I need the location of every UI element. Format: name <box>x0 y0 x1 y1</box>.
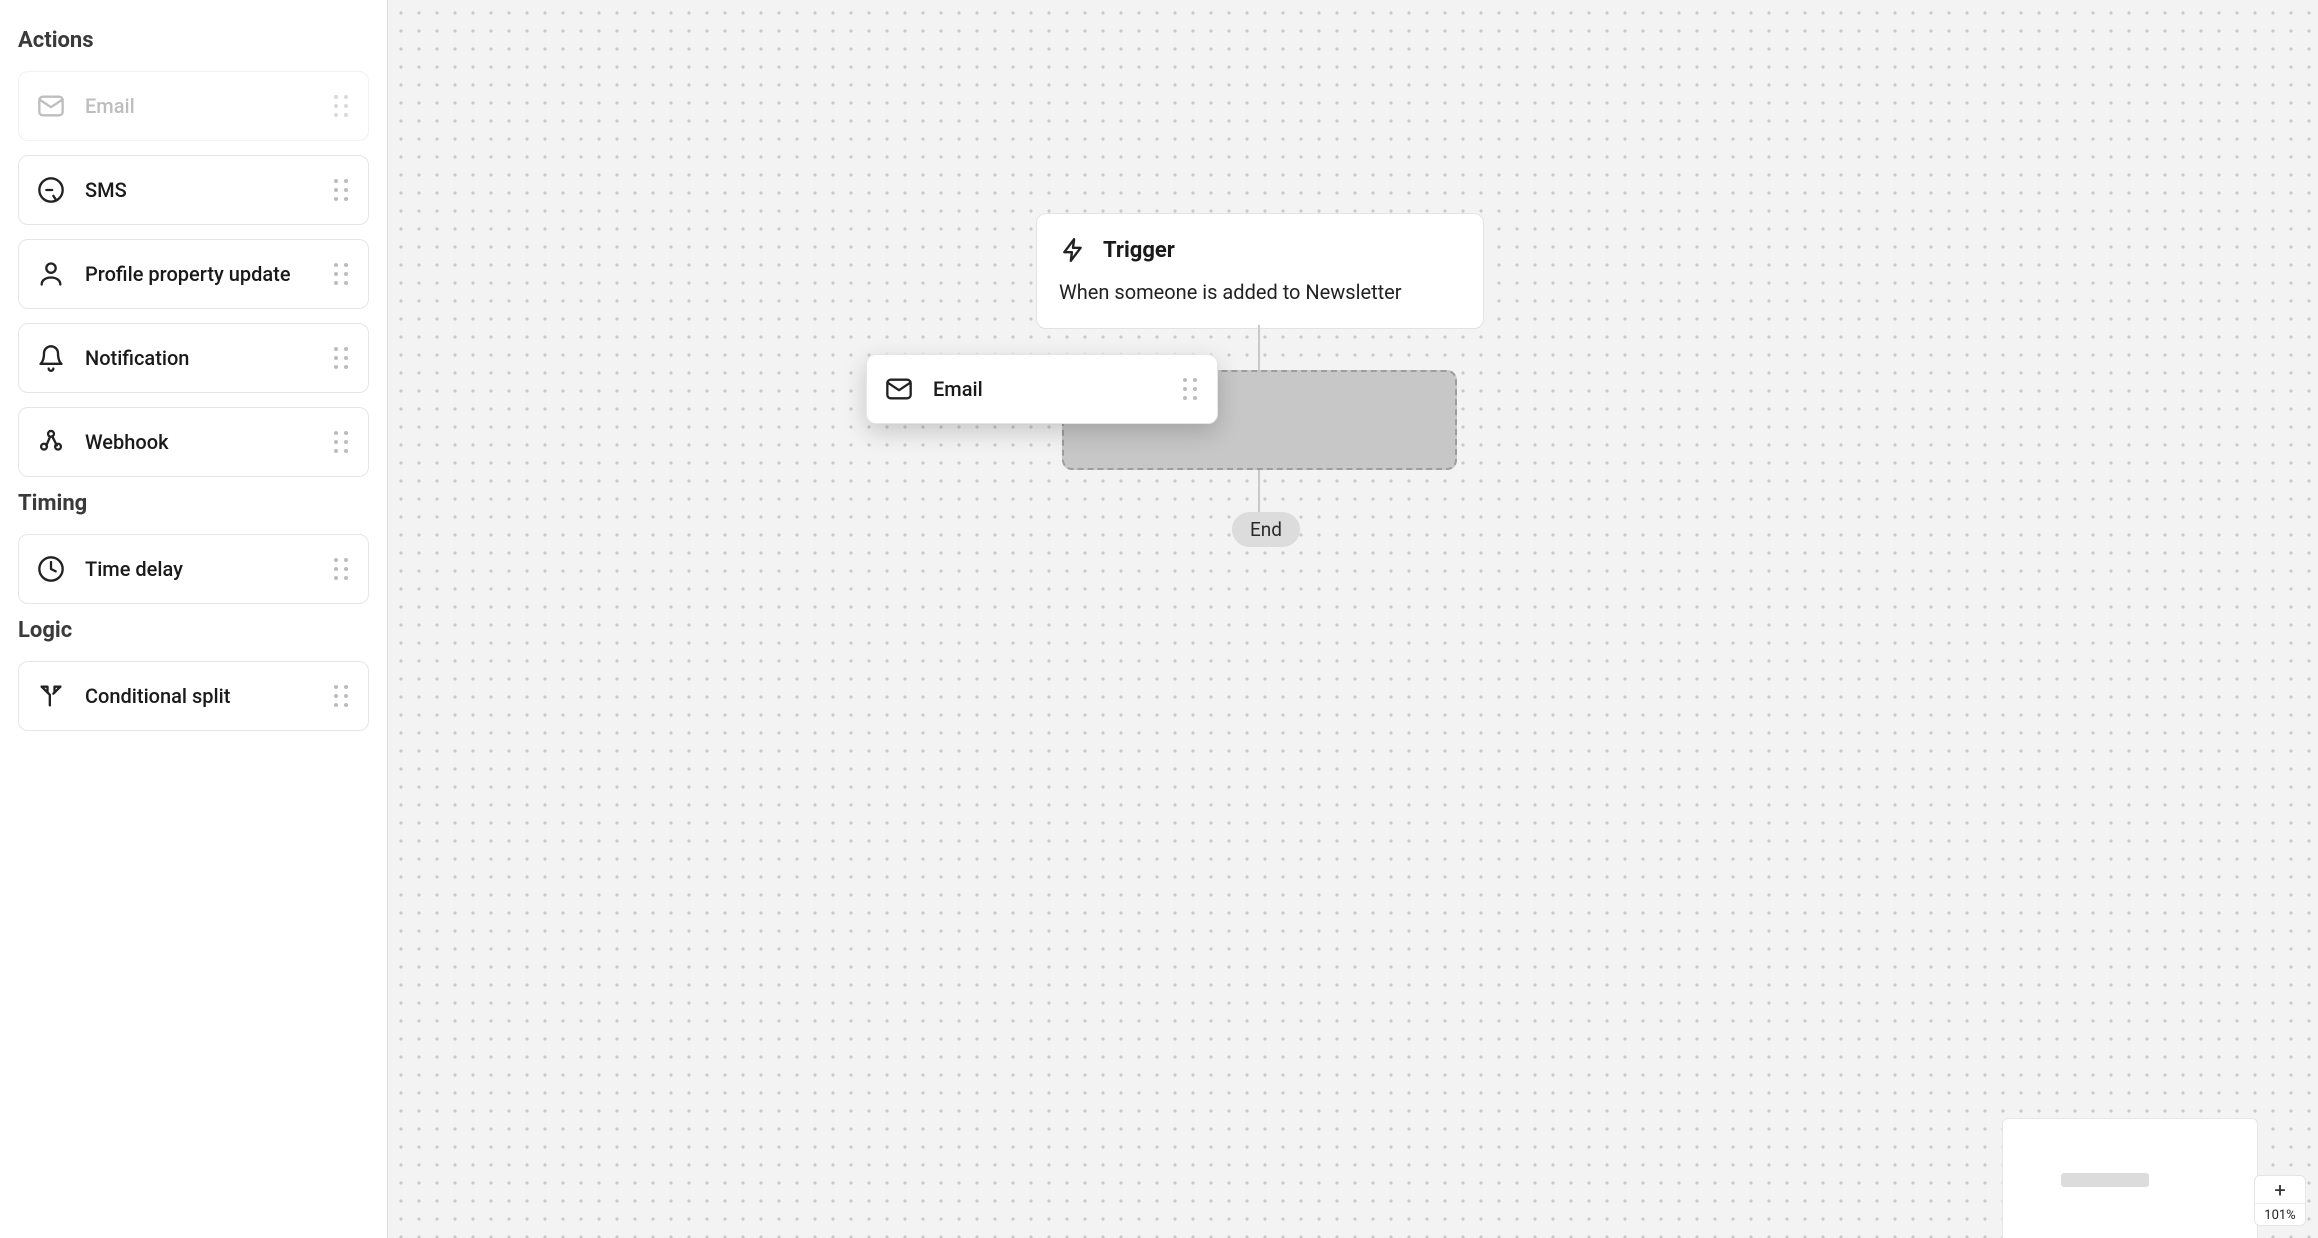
action-webhook[interactable]: Webhook <box>18 407 369 477</box>
sidebar: Actions Email SMS <box>0 0 388 1238</box>
bell-icon <box>37 344 65 372</box>
action-label: Notification <box>85 346 189 370</box>
action-sms[interactable]: SMS <box>18 155 369 225</box>
clock-icon <box>37 555 65 583</box>
action-label: Webhook <box>85 430 169 454</box>
drag-handle-icon[interactable] <box>332 93 350 119</box>
end-node: End <box>1232 512 1300 547</box>
zoom-level: 101% <box>2264 1204 2295 1225</box>
action-conditional-split[interactable]: Conditional split <box>18 661 369 731</box>
section-title-timing: Timing <box>18 491 369 516</box>
action-label: Time delay <box>85 557 183 581</box>
trigger-node[interactable]: Trigger When someone is added to Newslet… <box>1036 213 1484 329</box>
section-title-logic: Logic <box>18 618 369 643</box>
trigger-description: When someone is added to Newsletter <box>1059 280 1461 304</box>
action-time-delay[interactable]: Time delay <box>18 534 369 604</box>
action-label: SMS <box>85 178 127 202</box>
action-label: Conditional split <box>85 684 230 708</box>
flow-canvas[interactable]: Trigger When someone is added to Newslet… <box>388 0 2318 1238</box>
action-label: Email <box>85 94 135 118</box>
drag-handle-icon[interactable] <box>332 345 350 371</box>
drag-handle-icon[interactable] <box>332 177 350 203</box>
zoom-in-button[interactable]: + <box>2255 1176 2305 1204</box>
trigger-title: Trigger <box>1103 238 1175 263</box>
action-notification[interactable]: Notification <box>18 323 369 393</box>
action-label: Profile property update <box>85 262 291 286</box>
split-icon <box>37 682 65 710</box>
webhook-icon <box>37 428 65 456</box>
flow-connector <box>1258 325 1260 370</box>
drag-handle-icon[interactable] <box>332 261 350 287</box>
flow-connector <box>1258 470 1260 512</box>
mail-icon <box>885 375 913 403</box>
drag-handle-icon[interactable] <box>332 429 350 455</box>
drag-handle-icon[interactable] <box>332 683 350 709</box>
chat-icon <box>37 176 65 204</box>
lightning-icon <box>1059 236 1087 264</box>
action-label: Email <box>933 377 983 401</box>
minimap[interactable] <box>2002 1118 2258 1238</box>
section-title-actions: Actions <box>18 28 369 53</box>
drag-handle-icon[interactable] <box>1181 376 1199 402</box>
drag-handle-icon[interactable] <box>332 556 350 582</box>
zoom-control: + 101% <box>2254 1175 2306 1226</box>
dragging-action-email[interactable]: Email <box>866 354 1218 424</box>
person-icon <box>37 260 65 288</box>
minimap-node <box>2061 1173 2149 1187</box>
action-email[interactable]: Email <box>18 71 369 141</box>
mail-icon <box>37 92 65 120</box>
action-profile-update[interactable]: Profile property update <box>18 239 369 309</box>
